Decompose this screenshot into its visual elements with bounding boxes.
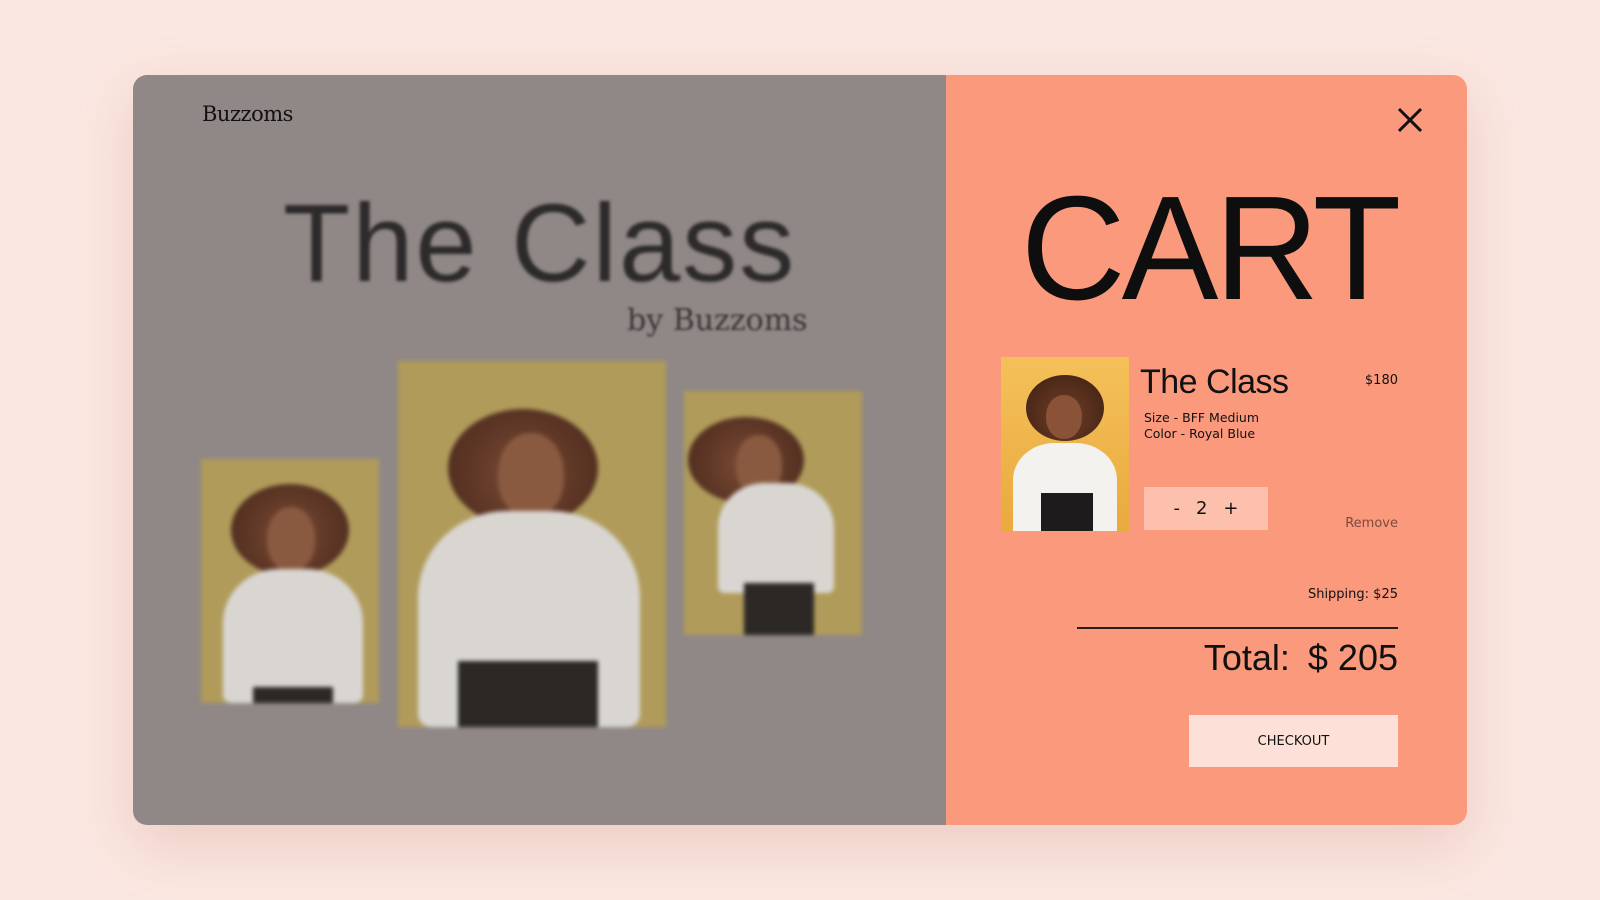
photo-shirt <box>223 569 363 703</box>
shipping-cost: Shipping: $25 <box>1307 587 1398 602</box>
hero-subtitle: by Buzzoms <box>627 303 808 338</box>
product-size: Size - BFF Medium <box>1144 410 1260 425</box>
quantity-value: 2 <box>1195 498 1208 519</box>
cart-total: Total: $ 205 <box>1204 637 1398 679</box>
cart-panel: CART The Class $180 Size - BFF Medium Co… <box>946 75 1467 825</box>
total-divider <box>1077 627 1398 629</box>
product-thumbnail[interactable] <box>1001 357 1129 531</box>
product-name[interactable]: The Class <box>1140 363 1289 402</box>
thumb-face <box>1046 395 1082 439</box>
close-icon[interactable] <box>1395 105 1425 135</box>
model-photo-left <box>201 459 379 703</box>
photo-pants <box>744 583 814 635</box>
decrement-button[interactable]: - <box>1173 498 1180 519</box>
quantity-stepper: - 2 + <box>1144 487 1268 530</box>
hero-title: The Class <box>283 182 797 305</box>
product-color: Color - Royal Blue <box>1144 426 1256 441</box>
total-value: $ 205 <box>1307 637 1398 678</box>
cart-modal-window: Buzzoms The Class by Buzzoms CART The Cl… <box>133 75 1467 825</box>
close-icon-svg <box>1397 107 1423 133</box>
photo-pants <box>253 687 333 703</box>
model-photo-right <box>684 391 862 635</box>
cart-title: CART <box>1020 166 1401 331</box>
total-label: Total: <box>1203 637 1290 678</box>
remove-item-link[interactable]: Remove <box>1345 516 1398 531</box>
product-details: Size - BFF Medium Color - Royal Blue <box>1144 410 1259 442</box>
product-price: $180 <box>1364 373 1398 388</box>
model-photo-center <box>398 361 666 727</box>
checkout-button[interactable]: CHECKOUT <box>1189 715 1398 767</box>
photo-face <box>267 507 315 571</box>
photo-shirt <box>718 483 834 593</box>
brand-logo[interactable]: Buzzoms <box>202 102 293 126</box>
thumb-pants <box>1041 493 1093 531</box>
blurred-background-page: Buzzoms The Class by Buzzoms <box>133 75 946 825</box>
photo-pants <box>458 661 598 727</box>
increment-button[interactable]: + <box>1223 498 1238 519</box>
photo-face <box>498 433 564 517</box>
